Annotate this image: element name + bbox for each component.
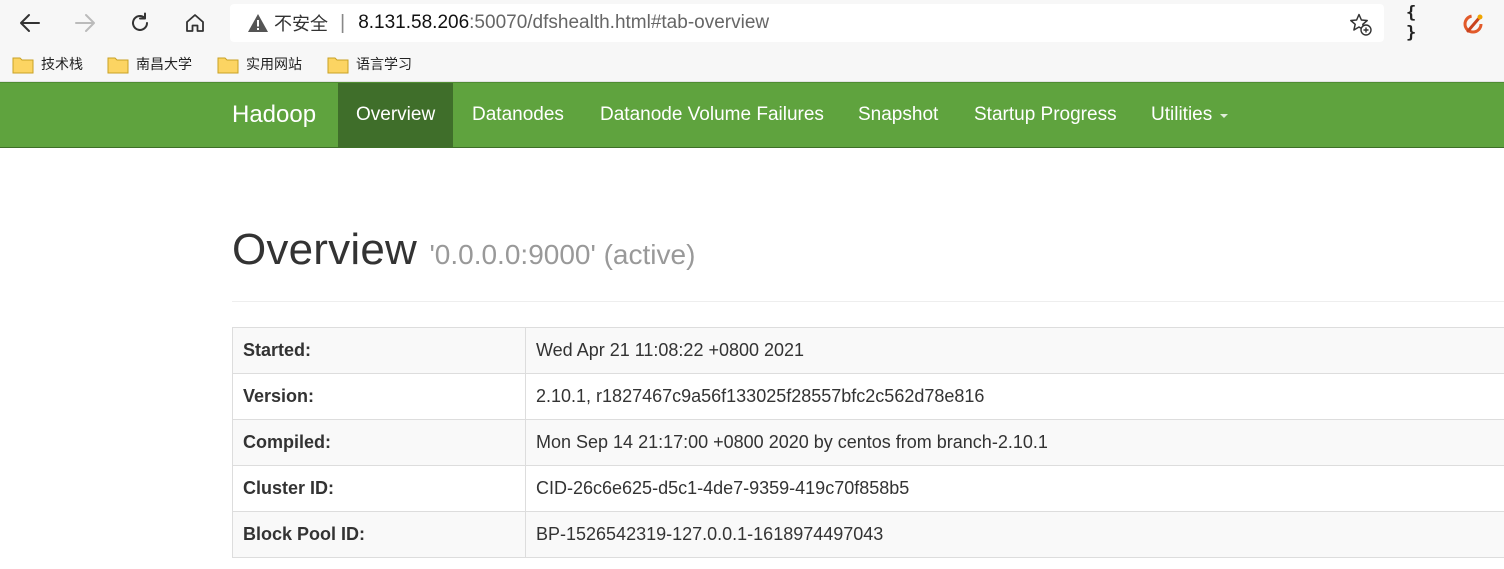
bookmark-label: 南昌大学: [136, 57, 192, 73]
forward-icon: [75, 14, 95, 32]
table-row: Cluster ID: CID-26c6e625-d5c1-4de7-9359-…: [232, 465, 1504, 512]
page-title: Overview: [232, 225, 417, 274]
table-row: Version: 2.10.1, r1827467c9a56f133025f28…: [232, 373, 1504, 420]
hadoop-navbar: Hadoop Overview Datanodes Datanode Volum…: [0, 82, 1504, 148]
nav-overview[interactable]: Overview: [338, 83, 453, 147]
row-key: Compiled:: [232, 419, 526, 466]
browser-toolbar: 不安全 | 8.131.58.206:50070/dfshealth.html#…: [0, 0, 1504, 46]
row-key: Block Pool ID:: [232, 511, 526, 558]
extension-logo-icon[interactable]: [1462, 11, 1486, 35]
navbar-brand[interactable]: Hadoop: [232, 83, 316, 147]
bookmarks-bar: 技术栈 南昌大学 实用网站 语言学习: [0, 46, 1504, 82]
insecure-label[interactable]: 不安全: [274, 10, 328, 36]
page-header: Overview '0.0.0.0:9000' (active): [232, 225, 1504, 302]
nav-datanodes[interactable]: Datanodes: [472, 83, 564, 147]
nav-label: Startup Progress: [974, 104, 1117, 125]
bookmark-label: 语言学习: [356, 57, 412, 73]
nav-label: Snapshot: [858, 104, 939, 125]
nav-label: Datanode Volume Failures: [600, 104, 824, 125]
table-row: Started: Wed Apr 21 11:08:22 +0800 2021: [232, 327, 1504, 374]
bookmark-label: 技术栈: [41, 57, 83, 73]
nav-snapshot[interactable]: Snapshot: [858, 83, 938, 147]
row-value: BP-1526542319-127.0.0.1-1618974497043: [525, 511, 1504, 558]
nav-label: Overview: [356, 104, 436, 125]
url-text[interactable]: 8.131.58.206:50070/dfshealth.html#tab-ov…: [358, 12, 769, 34]
caret-down-icon: [1220, 114, 1229, 118]
row-key: Cluster ID:: [232, 465, 526, 512]
row-key: Version:: [232, 373, 526, 420]
table-row: Block Pool ID: BP-1526542319-127.0.0.1-1…: [232, 511, 1504, 558]
extension-json-button[interactable]: { }: [1406, 3, 1432, 43]
forward-button[interactable]: [69, 7, 101, 39]
url-host: 8.131.58.206: [358, 12, 470, 33]
row-value: 2.10.1, r1827467c9a56f133025f28557bfc2c5…: [525, 373, 1504, 420]
reload-icon: [132, 12, 148, 31]
folder-icon: [12, 57, 34, 73]
nav-utilities-dropdown[interactable]: Utilities: [1151, 83, 1229, 147]
folder-icon: [107, 57, 129, 73]
table-row: Compiled: Mon Sep 14 21:17:00 +0800 2020…: [232, 419, 1504, 466]
back-icon: [20, 14, 40, 32]
home-button[interactable]: [179, 7, 211, 39]
nav-label: Utilities: [1151, 104, 1213, 125]
warning-icon[interactable]: [247, 12, 269, 34]
url-path: :50070/dfshealth.html#tab-overview: [469, 12, 770, 33]
nav-label: Datanodes: [472, 104, 564, 125]
add-favorite-icon[interactable]: [1348, 12, 1372, 36]
row-value: Wed Apr 21 11:08:22 +0800 2021: [525, 327, 1504, 374]
folder-icon: [217, 57, 239, 73]
bookmark-folder[interactable]: 技术栈: [12, 53, 83, 75]
bookmark-folder[interactable]: 实用网站: [217, 53, 302, 75]
row-value: CID-26c6e625-d5c1-4de7-9359-419c70f858b5: [525, 465, 1504, 512]
overview-table: Started: Wed Apr 21 11:08:22 +0800 2021 …: [232, 327, 1504, 558]
folder-icon: [327, 57, 349, 73]
bookmark-folder[interactable]: 南昌大学: [107, 53, 192, 75]
address-bar[interactable]: 不安全 | 8.131.58.206:50070/dfshealth.html#…: [230, 4, 1384, 42]
address-separator: |: [340, 11, 346, 34]
back-button[interactable]: [14, 7, 46, 39]
home-icon: [186, 14, 204, 32]
row-value: Mon Sep 14 21:17:00 +0800 2020 by centos…: [525, 419, 1504, 466]
nav-startup-progress[interactable]: Startup Progress: [974, 83, 1117, 147]
bookmark-folder[interactable]: 语言学习: [327, 53, 412, 75]
bookmark-label: 实用网站: [246, 57, 302, 73]
page-subtitle: '0.0.0.0:9000' (active): [429, 239, 696, 270]
reload-button[interactable]: [124, 7, 156, 39]
row-key: Started:: [232, 327, 526, 374]
nav-datanode-volume-failures[interactable]: Datanode Volume Failures: [600, 83, 824, 147]
